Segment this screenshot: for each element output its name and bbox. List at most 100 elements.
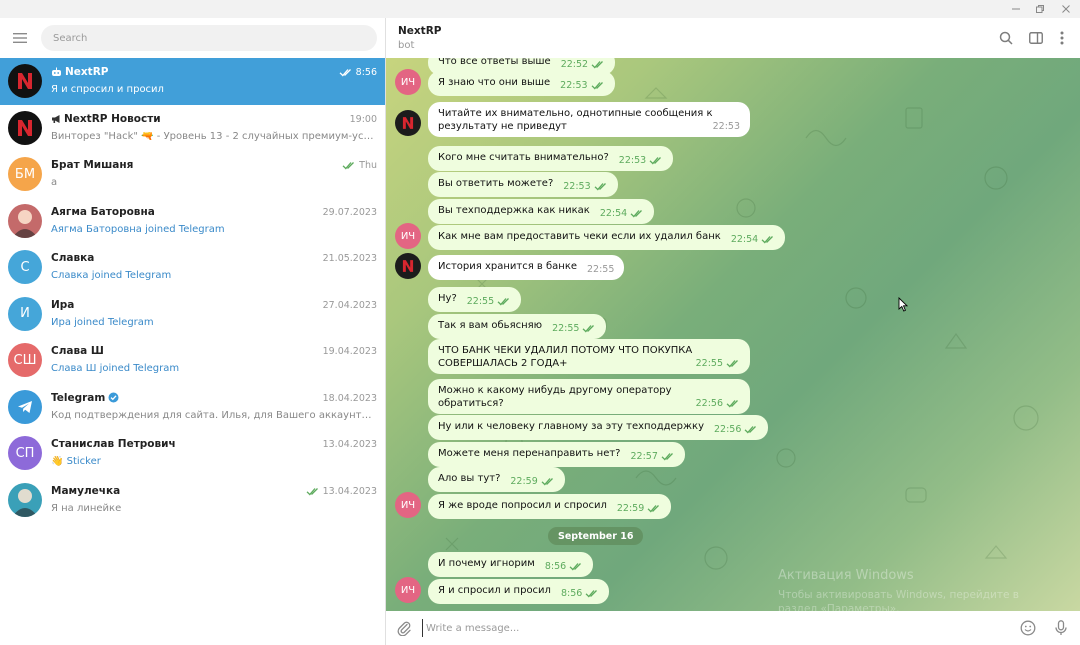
chat-item[interactable]: NextRP 8:56 Я и спросил и просил [0, 58, 385, 105]
sender-initials: ИЧ [400, 230, 416, 242]
nextrp-logo-icon [402, 260, 414, 272]
message-time: 22:53 [712, 121, 740, 132]
outgoing-message[interactable]: И почему игнорим 8:56 [428, 552, 594, 577]
search-button[interactable] [996, 28, 1016, 48]
sender-avatar[interactable]: ИЧ [395, 577, 421, 603]
avatar-initials: БМ [14, 166, 36, 182]
outgoing-message[interactable]: Я знаю что они выше 22:53 [428, 71, 615, 96]
double-check-icon [591, 61, 604, 69]
outgoing-message[interactable]: Вы ответить можете? 22:53 [428, 172, 618, 197]
restore-icon [1036, 5, 1044, 13]
message-time: 22:54 [599, 208, 628, 219]
double-check-icon [585, 590, 598, 598]
sender-avatar[interactable] [395, 253, 421, 279]
conversation-header[interactable]: NextRP bot [386, 18, 1080, 58]
message-text: И почему игнорим [438, 558, 535, 569]
left-toolbar [0, 18, 386, 58]
chat-item[interactable]: СШ Слава Ш 19.04.2023 Слава Ш joined Telegr… [0, 337, 385, 384]
message-text: Ало вы тут? [438, 473, 501, 484]
chat-name: Слава Ш [51, 345, 104, 357]
outgoing-message[interactable]: Как мне вам предоставить чеки если их уд… [428, 225, 786, 250]
chat-item[interactable]: NextRP Новости 19:00 Винторез "Hack" 🔫 - У… [0, 105, 385, 152]
menu-button[interactable] [10, 28, 30, 48]
megaphone-icon [52, 114, 60, 123]
chat-name: Мамулечка [51, 485, 120, 497]
double-check-icon [569, 563, 582, 571]
message-meta: 22:55 [696, 357, 740, 370]
outgoing-message[interactable]: Ало вы тут? 22:59 [428, 467, 565, 492]
chat-name-text: Славка [51, 252, 95, 264]
message-text: ЧТО БАНК ЧЕКИ УДАЛИЛ ПОТОМУ ЧТО ПОКУПКА … [438, 345, 693, 369]
sender-initials: ИЧ [400, 76, 416, 88]
double-check-icon [594, 183, 606, 191]
message-area[interactable]: September 16 Активация Windows Чтобы акт… [386, 58, 1080, 611]
outgoing-message[interactable]: Можете меня перенаправить нет? 22:57 [428, 442, 685, 467]
double-check-icon [497, 298, 510, 306]
message-text: Вы техподдержка как никак [438, 205, 590, 216]
verified-badge-icon [108, 392, 119, 403]
chat-name: NextRP [51, 66, 108, 78]
activation-watermark-text: Чтобы активировать Windows, перейдите в … [778, 589, 1019, 611]
outgoing-message[interactable]: Можно к какому нибудь другому оператору … [428, 379, 750, 414]
minimize-button[interactable] [1004, 0, 1028, 18]
chat-item[interactable]: Аягма Баторовна 29.07.2023 Аягма Баторовна… [0, 198, 385, 245]
maximize-button[interactable] [1028, 0, 1052, 18]
outgoing-message[interactable]: Я же вроде попросил и спросил 22:59 [428, 494, 672, 519]
chat-item[interactable]: СП Станислав Петрович 13.04.2023 👋 Sticker [0, 430, 385, 477]
message-meta: 22:57 [630, 450, 674, 463]
sender-avatar[interactable]: ИЧ [395, 492, 421, 518]
double-check-icon [339, 69, 351, 77]
message-meta: 22:55 [552, 322, 596, 335]
nextrp-logo-icon [18, 73, 32, 89]
message-time: 8:56 [544, 561, 567, 572]
chat-item[interactable]: И Ира 27.04.2023 Ира joined Telegram [0, 291, 385, 338]
double-check-icon [649, 157, 662, 165]
avatar: СП [8, 436, 42, 470]
message-time: 22:54 [730, 234, 759, 245]
chat-item[interactable]: БМ Брат Мишаня Thu а [0, 151, 385, 198]
chat-date-text: 18.04.2023 [322, 392, 377, 404]
chat-date: 8:56 [339, 67, 377, 78]
message-time: 22:59 [510, 476, 538, 487]
message-meta: 22:55 [587, 263, 614, 276]
message-time: 22:52 [560, 59, 589, 70]
message-meta: 22:53 [713, 120, 740, 133]
message-meta: 8:56 [545, 560, 583, 573]
avatar: С [8, 250, 42, 284]
outgoing-message[interactable]: Ну? 22:55 [428, 287, 522, 312]
outgoing-message[interactable]: Так я вам обьясняю 22:55 [428, 314, 607, 339]
outgoing-message[interactable]: Вы техподдержка как никак 22:54 [428, 199, 655, 224]
voice-message-button[interactable] [1051, 618, 1071, 638]
profile-photo [12, 209, 38, 238]
emoji-button[interactable] [1018, 618, 1038, 638]
conversation-panel: NextRP bot September 16 Активация Window… [386, 18, 1080, 645]
attach-button[interactable] [394, 618, 414, 638]
chat-item[interactable]: Telegram 18.04.2023 Код подтверждения для … [0, 384, 385, 431]
chat-item[interactable]: С Славка 21.05.2023 Славка joined Telegram [0, 244, 385, 291]
chat-item[interactable]: Мамулечка 13.04.2023 Я на линейке [0, 477, 385, 524]
outgoing-message[interactable]: Ну или к человеку главному за эту техпод… [428, 415, 769, 440]
chat-name-text: Мамулечка [51, 484, 121, 497]
search-input[interactable] [41, 25, 377, 51]
avatar [8, 482, 42, 517]
sender-avatar[interactable]: ИЧ [395, 69, 421, 95]
outgoing-message[interactable]: Я и спросил и просил 8:56 [428, 579, 610, 604]
incoming-message[interactable]: Читайте их внимательно, однотипные сообщ… [428, 102, 750, 137]
incoming-message[interactable]: История хранится в банке 22:55 [428, 255, 625, 280]
outgoing-message[interactable]: Кого мне считать внимательно? 22:53 [428, 146, 674, 171]
bot-icon [52, 67, 61, 76]
sender-avatar[interactable] [395, 110, 421, 136]
more-options-button[interactable] [1052, 28, 1072, 48]
sidebar-toggle-button[interactable] [1026, 28, 1046, 48]
chat-date-text: 29.07.2023 [322, 206, 377, 218]
close-window-button[interactable] [1054, 0, 1078, 18]
outgoing-message[interactable]: ЧТО БАНК ЧЕКИ УДАЛИЛ ПОТОМУ ЧТО ПОКУПКА … [428, 339, 750, 374]
chat-date-text: 19.04.2023 [322, 346, 377, 357]
sender-avatar[interactable]: ИЧ [395, 223, 421, 249]
telegram-logo-icon [18, 400, 32, 413]
message-meta: 22:59 [617, 502, 661, 515]
chat-date: 18.04.2023 [323, 393, 377, 404]
message-input[interactable] [422, 619, 1002, 637]
conversation-title[interactable]: NextRP [398, 25, 441, 37]
double-check-icon [761, 236, 774, 244]
